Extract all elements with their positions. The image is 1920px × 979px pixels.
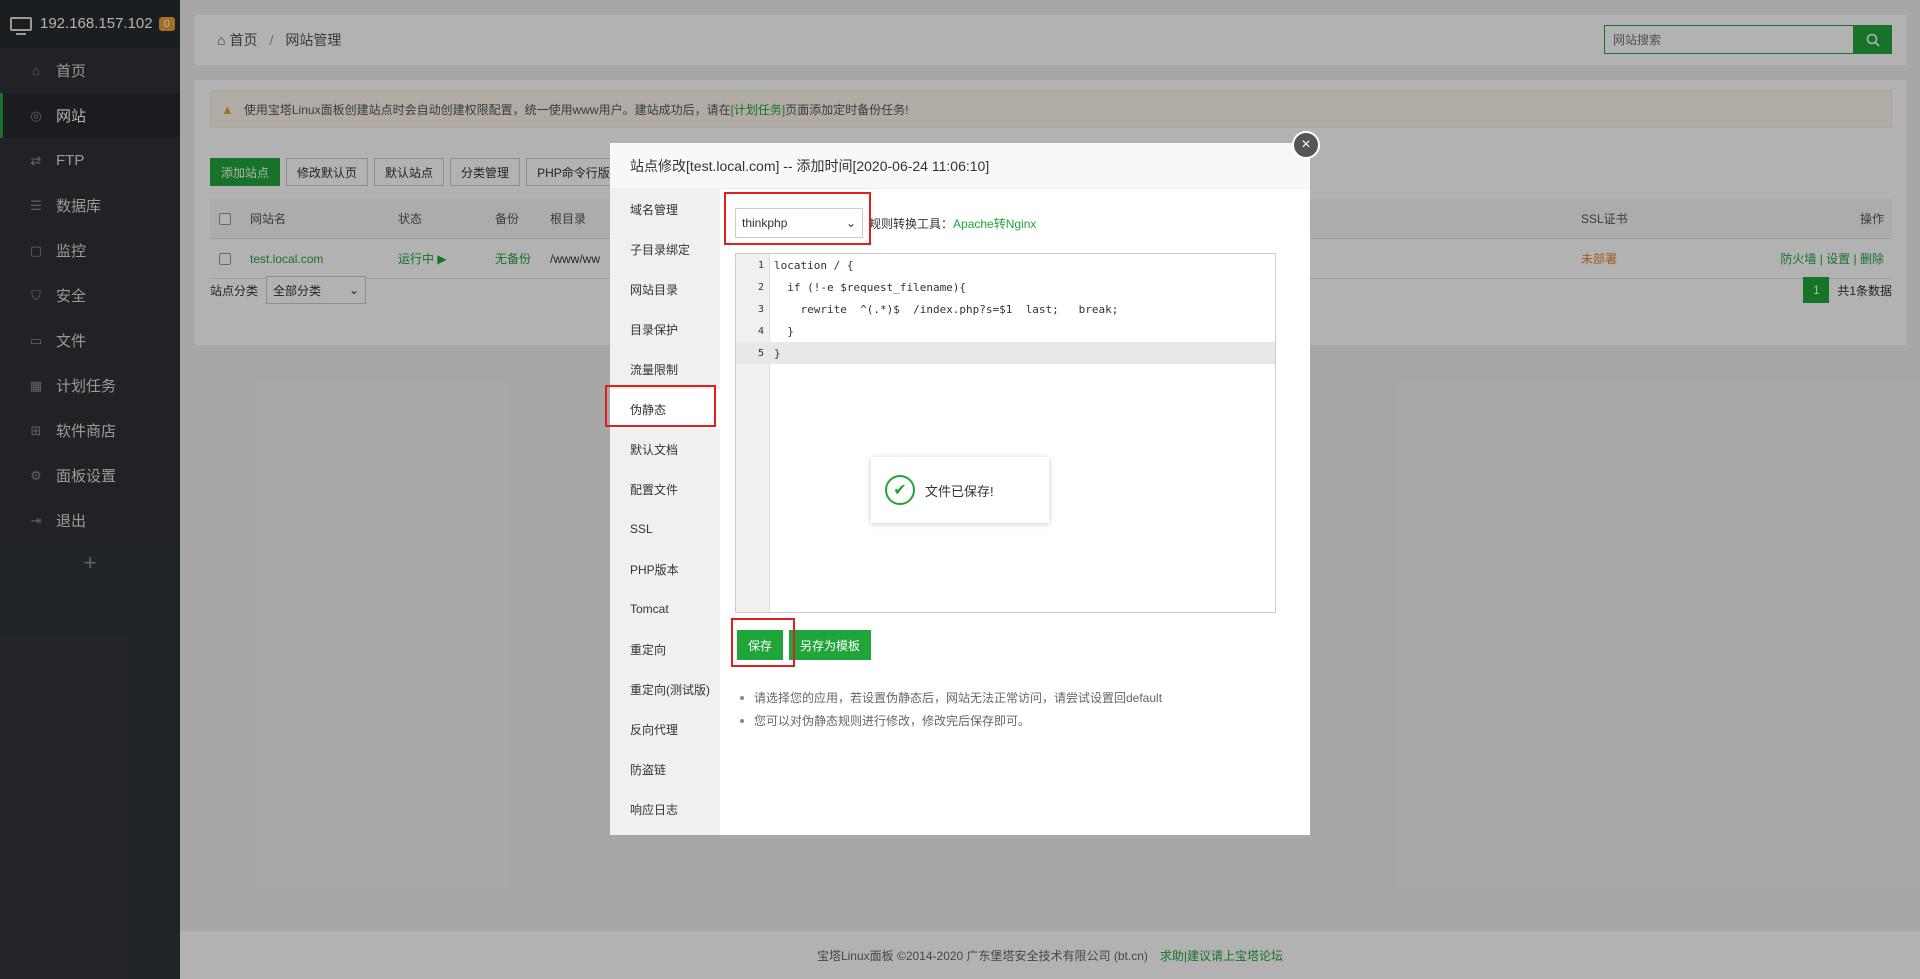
- code-text: }: [774, 324, 794, 338]
- rule-value: thinkphp: [742, 216, 788, 230]
- rule-row: thinkphp ⌄ 规则转换工具：Apache转Nginx: [735, 208, 1295, 238]
- editor-actions: 保存 另存为模板: [737, 630, 872, 660]
- dialog-nav-rewrite[interactable]: 伪静态: [610, 389, 720, 429]
- line-number: 4: [757, 325, 764, 337]
- code-text: if (!-e $request_filename){: [774, 280, 967, 294]
- saved-toast: ✔ 文件已保存!: [871, 457, 1049, 523]
- tip-item: 您可以对伪静态规则进行修改，修改完后保存即可。: [740, 709, 1162, 732]
- dialog-nav-ssl[interactable]: SSL: [610, 509, 720, 549]
- dialog-nav-site-dir[interactable]: 网站目录: [610, 269, 720, 309]
- code-line: 4 }: [736, 320, 1275, 342]
- code-line: 2 if (!-e $request_filename){: [736, 276, 1275, 298]
- line-number: 3: [757, 303, 764, 315]
- dialog-nav-hotlink[interactable]: 防盗链: [610, 749, 720, 789]
- dialog-nav-default-doc[interactable]: 默认文档: [610, 429, 720, 469]
- dialog-nav-subdir[interactable]: 子目录绑定: [610, 229, 720, 269]
- code-line: 3 rewrite ^(.*)$ /index.php?s=$1 last; b…: [736, 298, 1275, 320]
- line-number: 5: [757, 347, 764, 359]
- apache-to-nginx-link[interactable]: Apache转Nginx: [953, 217, 1036, 231]
- code-text: }: [774, 346, 781, 360]
- dialog-nav-redirect[interactable]: 重定向: [610, 629, 720, 669]
- dialog-nav-domain[interactable]: 域名管理: [610, 189, 720, 229]
- dialog-nav-php-version[interactable]: PHP版本: [610, 549, 720, 589]
- code-text: location / {: [774, 258, 854, 272]
- toast-text: 文件已保存!: [925, 483, 994, 499]
- dialog-nav-response-log[interactable]: 响应日志: [610, 789, 720, 829]
- code-text: rewrite ^(.*)$ /index.php?s=$1 last; bre…: [774, 302, 1119, 316]
- tips-list: 请选择您的应用，若设置伪静态后，网站无法正常访问，请尝试设置回default 您…: [740, 686, 1162, 732]
- code-line-current: 5}: [736, 342, 1275, 364]
- line-number: 2: [757, 281, 764, 293]
- line-number: 1: [757, 259, 764, 271]
- save-as-template-button[interactable]: 另存为模板: [789, 630, 872, 660]
- dialog-nav-redirect-beta[interactable]: 重定向(测试版): [610, 669, 720, 709]
- dialog-title: 站点修改[test.local.com] -- 添加时间[2020-06-24 …: [610, 143, 1310, 189]
- save-button[interactable]: 保存: [737, 630, 784, 660]
- dialog-nav-dir-protect[interactable]: 目录保护: [610, 309, 720, 349]
- dialog-nav-tomcat[interactable]: Tomcat: [610, 589, 720, 629]
- rule-tool-label: 规则转换工具：: [869, 216, 954, 231]
- dialog-nav-reverse-proxy[interactable]: 反向代理: [610, 709, 720, 749]
- dialog-nav-config-file[interactable]: 配置文件: [610, 469, 720, 509]
- chevron-down-icon: ⌄: [845, 216, 856, 230]
- close-button[interactable]: ×: [1292, 131, 1320, 159]
- rewrite-rule-select[interactable]: thinkphp ⌄: [735, 208, 863, 238]
- code-line: 1 location / {: [736, 254, 1275, 276]
- tip-item: 请选择您的应用，若设置伪静态后，网站无法正常访问，请尝试设置回default: [740, 686, 1162, 709]
- code-editor[interactable]: 1 location / { 2 if (!-e $request_filenam…: [735, 253, 1276, 613]
- check-circle-icon: ✔: [885, 475, 915, 505]
- rule-tool: 规则转换工具：Apache转Nginx: [869, 215, 1036, 232]
- dialog-nav-traffic-limit[interactable]: 流量限制: [610, 349, 720, 389]
- dialog-nav: 域名管理 子目录绑定 网站目录 目录保护 流量限制 伪静态 默认文档 配置文件 …: [610, 189, 720, 835]
